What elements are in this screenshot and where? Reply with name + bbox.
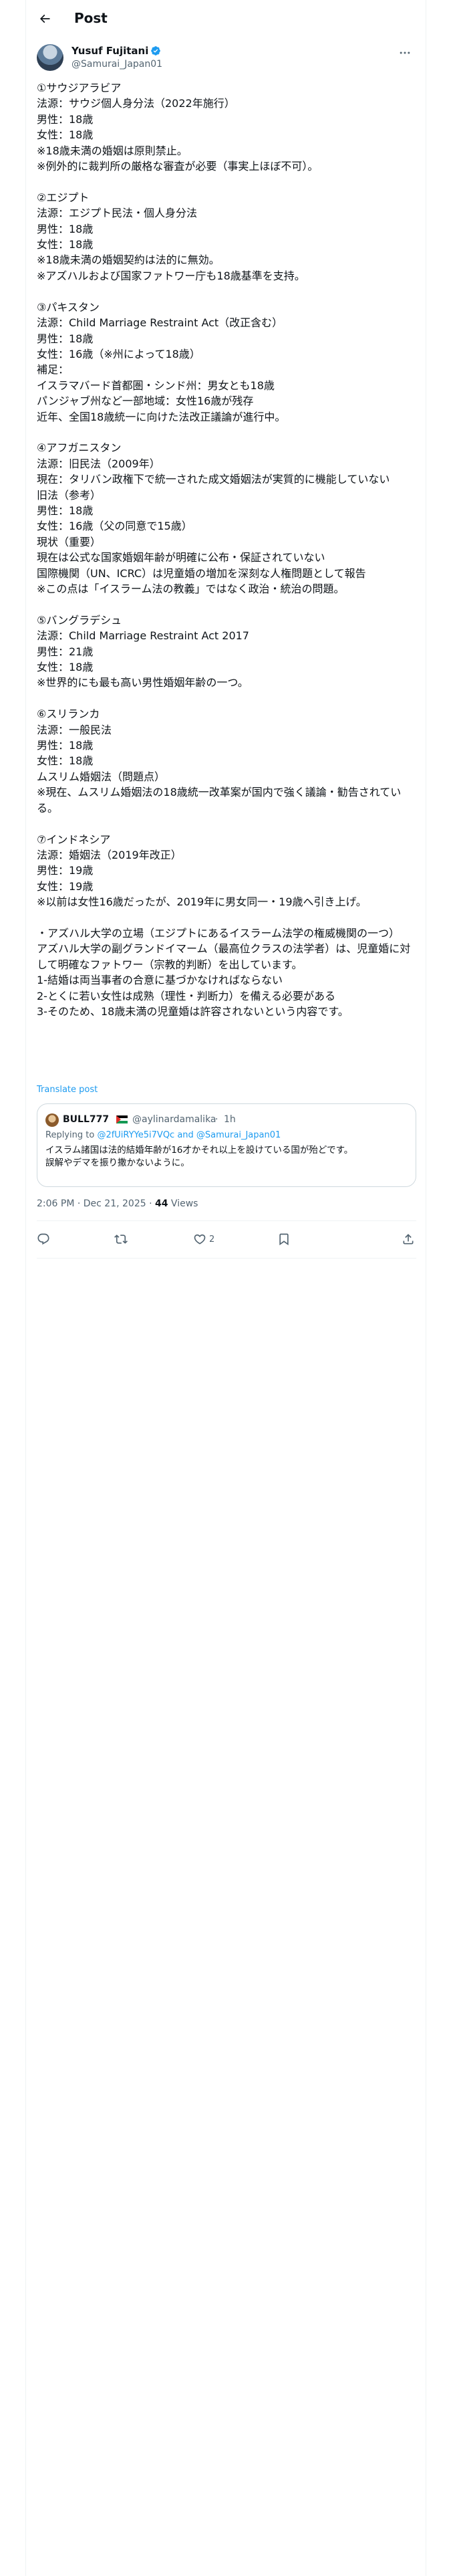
bookmark-icon	[279, 1233, 289, 1246]
post-paragraph-indonesia: ⑦インドネシア 法源：婚姻法（2019年改正） 男性：19歳 女性：19歳 ※以…	[37, 833, 367, 909]
quoted-display-name[interactable]: BULL777	[63, 1113, 109, 1126]
quoted-avatar[interactable]	[45, 1113, 59, 1127]
author-display-name[interactable]: Yusuf Fujitani	[71, 44, 148, 58]
top-bar: Post	[26, 0, 427, 37]
author-handle[interactable]: @Samurai_Japan01	[71, 58, 162, 70]
reply-icon	[37, 1233, 49, 1245]
post-author: Yusuf Fujitani @Samurai_Japan01	[37, 43, 416, 72]
post-timestamp[interactable]: 2:06 PM · Dec 21, 2025 ·	[37, 1198, 155, 1209]
quoted-replying-to: Replying to @2fUiRYYe5i7VQc and @Samurai…	[45, 1130, 281, 1142]
quoted-separator: ·	[215, 1114, 218, 1125]
more-icon	[400, 51, 410, 54]
post-paragraph-afghanistan: ④アフガニスタン 法源：旧民法（2009年） 現在：タリバン政権下で統一された成…	[37, 441, 390, 595]
reply-button[interactable]	[37, 1231, 53, 1247]
divider	[37, 1220, 416, 1221]
repost-icon	[114, 1235, 128, 1244]
verified-badge-icon[interactable]	[150, 45, 161, 56]
like-button[interactable]: 2	[193, 1231, 214, 1247]
quoted-text: イスラム諸国は法的結婚年齢が16才かそれ以上を設けている国が殆どです。 誤解やデ…	[45, 1145, 353, 1168]
share-button[interactable]	[402, 1231, 415, 1247]
avatar[interactable]	[37, 44, 63, 71]
views-label: Views	[168, 1198, 198, 1209]
main-column: Post Yusuf Fujitani @Samurai_Japan01 ①サウ…	[25, 0, 426, 2576]
back-arrow-icon	[39, 14, 50, 23]
post-paragraph-saudi-arabia: ①サウジアラビア 法源：サウジ個人身分法（2022年施行） 男性：18歳 女性：…	[37, 82, 319, 173]
repost-button[interactable]	[114, 1231, 130, 1247]
quoted-post[interactable]: BULL777 @aylinardamalika · 1h Replying t…	[37, 1103, 416, 1187]
divider	[37, 1258, 416, 1259]
post-paragraph-pakistan: ③パキスタン 法源：Child Marriage Restraint Act（改…	[37, 300, 286, 423]
post-paragraph-sri-lanka: ⑥スリランカ 法源：一般民法 男性：18歳 女性：18歳 ムスリム婚姻法（問題点…	[37, 708, 402, 815]
more-button[interactable]	[394, 44, 416, 62]
post-meta: 2:06 PM · Dec 21, 2025 · 44 Views	[37, 1197, 198, 1210]
post-paragraph-bangladesh: ⑤バングラデシュ 法源：Child Marriage Restraint Act…	[37, 613, 249, 689]
palestine-flag-icon	[116, 1115, 128, 1123]
post-paragraph-egypt: ②エジプト 法源：エジプト民法・個人身分法 男性：18歳 女性：18歳 ※18歳…	[37, 191, 305, 282]
heart-icon	[194, 1234, 206, 1245]
quoted-handle[interactable]: @aylinardamalika	[132, 1113, 216, 1126]
post-body: ①サウジアラビア 法源：サウジ個人身分法（2022年施行） 男性：18歳 女性：…	[37, 80, 416, 1019]
replying-to-prefix: Replying to	[45, 1130, 98, 1140]
replying-to-handles[interactable]: @2fUiRYYe5i7VQc and @Samurai_Japan01	[97, 1130, 281, 1140]
page-title: Post	[74, 10, 108, 26]
post-paragraph-azhar: ・アズハル大学の立場（エジプトにあるイスラーム法学の権威機関の一つ） アズハル大…	[37, 926, 411, 1018]
translate-post-link[interactable]: Translate post	[37, 1085, 98, 1095]
like-count: 2	[209, 1234, 215, 1245]
back-button[interactable]	[34, 8, 55, 29]
quoted-time[interactable]: 1h	[224, 1113, 236, 1126]
bookmark-button[interactable]	[277, 1231, 293, 1247]
share-icon	[403, 1234, 414, 1245]
action-bar: 2	[37, 1223, 416, 1255]
views-count: 44	[155, 1198, 168, 1209]
